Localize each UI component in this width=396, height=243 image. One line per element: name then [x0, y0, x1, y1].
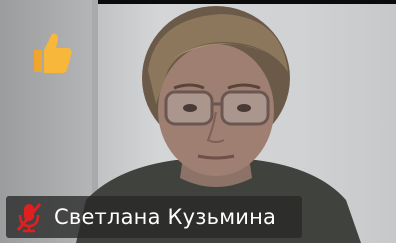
participant-name: Светлана Кузьмина [54, 205, 277, 229]
participant-name-bar: Светлана Кузьмина [6, 196, 302, 238]
participant-video-tile[interactable]: Светлана Кузьмина [0, 0, 396, 243]
mic-muted-icon[interactable] [12, 200, 46, 234]
thumbs-up-icon [34, 33, 72, 73]
